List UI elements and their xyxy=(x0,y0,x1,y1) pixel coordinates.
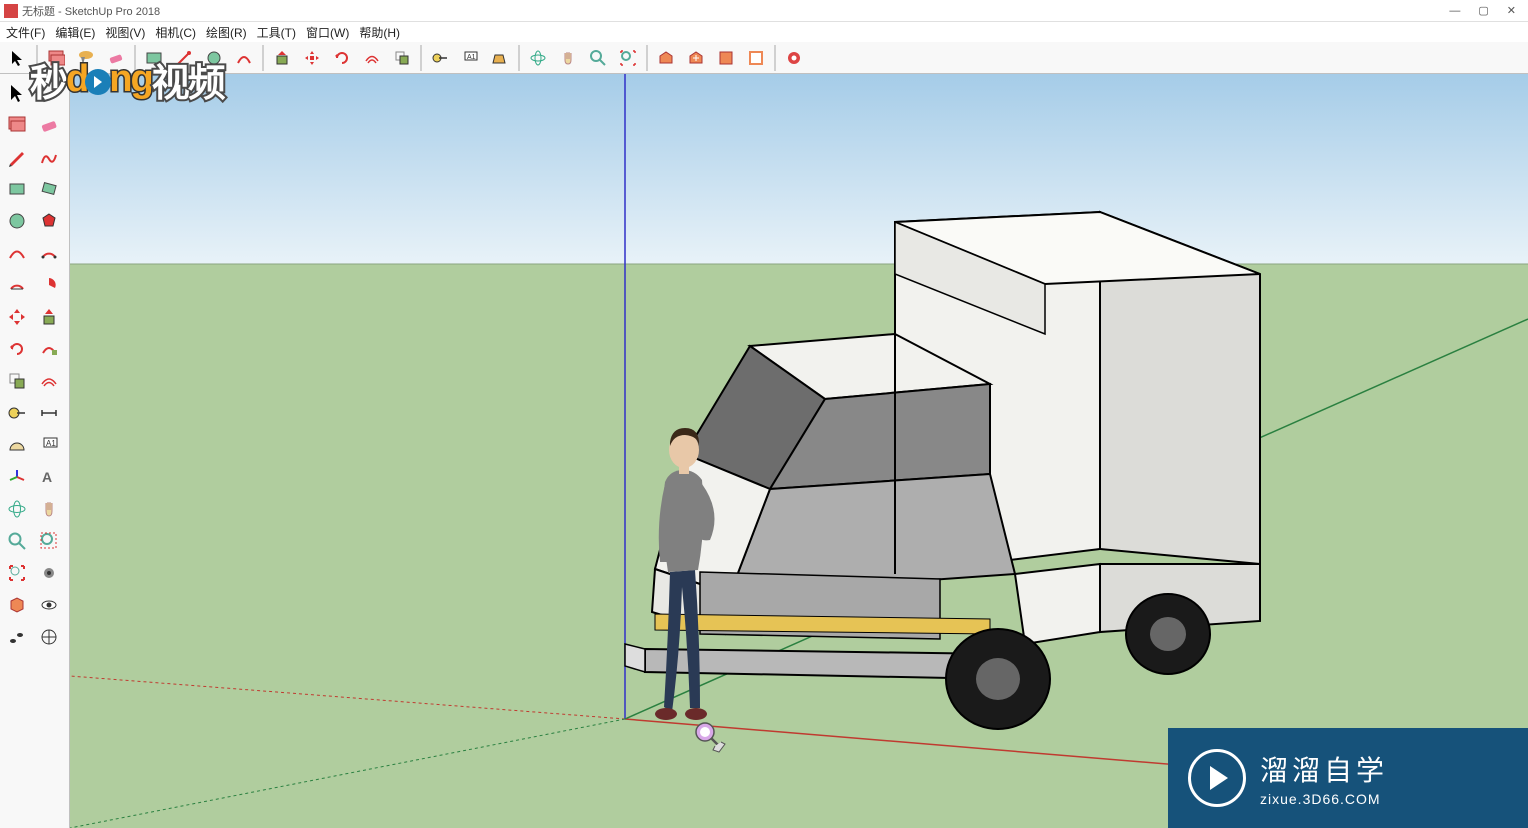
separator xyxy=(774,45,776,71)
svg-text:A1: A1 xyxy=(467,54,476,61)
tool-zoom[interactable] xyxy=(584,44,612,72)
lt-offset[interactable] xyxy=(34,366,64,396)
menu-view[interactable]: 视图(V) xyxy=(101,22,149,43)
lt-pushpull[interactable] xyxy=(34,302,64,332)
tool-arc[interactable] xyxy=(230,44,258,72)
lt-zoom[interactable] xyxy=(2,526,32,556)
close-button[interactable]: ✕ xyxy=(1507,4,1516,17)
lt-material[interactable] xyxy=(2,110,32,140)
left-toolbar: A1 A xyxy=(0,74,70,828)
lt-rectangle[interactable] xyxy=(2,174,32,204)
tool-3dwarehouse[interactable] xyxy=(652,44,680,72)
tool-pan[interactable] xyxy=(554,44,582,72)
lt-pie[interactable] xyxy=(2,270,32,300)
viewport[interactable] xyxy=(70,74,1528,828)
svg-text:A: A xyxy=(42,469,52,485)
lt-polygon[interactable] xyxy=(34,206,64,236)
separator xyxy=(262,45,264,71)
tool-circle[interactable] xyxy=(200,44,228,72)
separator xyxy=(420,45,422,71)
menu-edit[interactable]: 编辑(E) xyxy=(51,22,99,43)
tool-zoom-extents[interactable] xyxy=(614,44,642,72)
separator xyxy=(646,45,648,71)
lt-prev-view[interactable] xyxy=(2,558,32,588)
svg-text:A1: A1 xyxy=(46,439,56,448)
menu-camera[interactable]: 相机(C) xyxy=(151,22,200,43)
separator xyxy=(518,45,520,71)
lt-pie2[interactable] xyxy=(34,270,64,300)
menu-tools[interactable]: 工具(T) xyxy=(253,22,300,43)
tool-tape[interactable] xyxy=(426,44,454,72)
tool-select[interactable] xyxy=(4,44,32,72)
tool-bucket[interactable] xyxy=(486,44,514,72)
tool-paint[interactable] xyxy=(72,44,100,72)
title-bar-left: 无标题 - SketchUp Pro 2018 xyxy=(4,3,160,19)
lt-freehand[interactable] xyxy=(34,142,64,172)
lt-select[interactable] xyxy=(2,78,32,108)
lt-3dtext[interactable]: A xyxy=(34,462,64,492)
lt-look[interactable] xyxy=(34,558,64,588)
lt-scale[interactable] xyxy=(2,366,32,396)
app-icon xyxy=(4,4,18,18)
window-title: 无标题 - SketchUp Pro 2018 xyxy=(22,3,160,19)
wm-line2: zixue.3D66.COM xyxy=(1260,791,1388,807)
tool-make-component[interactable] xyxy=(42,44,70,72)
tool-offset[interactable] xyxy=(358,44,386,72)
lt-text[interactable]: A1 xyxy=(34,430,64,460)
title-bar: 无标题 - SketchUp Pro 2018 — ▢ ✕ xyxy=(0,0,1528,22)
watermark-bottom-text: 溜溜自学 zixue.3D66.COM xyxy=(1260,749,1388,807)
lt-move[interactable] xyxy=(2,302,32,332)
lt-orbit[interactable] xyxy=(2,494,32,524)
lt-followme[interactable] xyxy=(34,334,64,364)
separator xyxy=(134,45,136,71)
lt-position-camera[interactable] xyxy=(34,622,64,652)
menu-draw[interactable]: 绘图(R) xyxy=(202,22,251,43)
minimize-button[interactable]: — xyxy=(1449,5,1460,17)
tool-pushpull[interactable] xyxy=(268,44,296,72)
top-toolbar: A1 xyxy=(0,42,1528,74)
tool-scale[interactable] xyxy=(388,44,416,72)
watermark-bottom: 溜溜自学 zixue.3D66.COM xyxy=(1168,728,1528,828)
lt-walk[interactable] xyxy=(2,622,32,652)
menu-file[interactable]: 文件(F) xyxy=(2,22,49,43)
lt-pencil[interactable] xyxy=(2,142,32,172)
lt-arc2[interactable] xyxy=(34,238,64,268)
lt-rotate[interactable] xyxy=(2,334,32,364)
lt-axes[interactable] xyxy=(2,462,32,492)
window-controls: — ▢ ✕ xyxy=(1449,4,1524,17)
tool-layout[interactable] xyxy=(742,44,770,72)
tool-eraser[interactable] xyxy=(102,44,130,72)
lt-arc[interactable] xyxy=(2,238,32,268)
tool-ext-warehouse[interactable] xyxy=(712,44,740,72)
tool-rectangle[interactable] xyxy=(140,44,168,72)
lt-rotated-rect[interactable] xyxy=(34,174,64,204)
menu-bar: 文件(F) 编辑(E) 视图(V) 相机(C) 绘图(R) 工具(T) 窗口(W… xyxy=(0,22,1528,42)
maximize-button[interactable]: ▢ xyxy=(1478,4,1488,17)
tool-orbit[interactable] xyxy=(524,44,552,72)
lt-pan[interactable] xyxy=(34,494,64,524)
tool-move[interactable] xyxy=(298,44,326,72)
menu-window[interactable]: 窗口(W) xyxy=(302,22,353,43)
lt-protractor[interactable] xyxy=(2,430,32,460)
lt-zoom-window[interactable] xyxy=(34,526,64,556)
lt-dimension[interactable] xyxy=(34,398,64,428)
lt-section[interactable] xyxy=(2,590,32,620)
menu-help[interactable]: 帮助(H) xyxy=(355,22,404,43)
lt-look-around[interactable] xyxy=(34,590,64,620)
tool-extension-mgr[interactable] xyxy=(780,44,808,72)
tool-line[interactable] xyxy=(170,44,198,72)
play-circle-icon xyxy=(1188,749,1246,807)
lt-circle[interactable] xyxy=(2,206,32,236)
tool-text[interactable]: A1 xyxy=(456,44,484,72)
wm-line1: 溜溜自学 xyxy=(1260,749,1388,789)
lt-tape[interactable] xyxy=(2,398,32,428)
tool-rotate[interactable] xyxy=(328,44,356,72)
separator xyxy=(36,45,38,71)
tool-send-warehouse[interactable] xyxy=(682,44,710,72)
content: A1 A xyxy=(0,74,1528,828)
viewport-scene xyxy=(70,74,1528,828)
lt-eraser[interactable] xyxy=(34,110,64,140)
